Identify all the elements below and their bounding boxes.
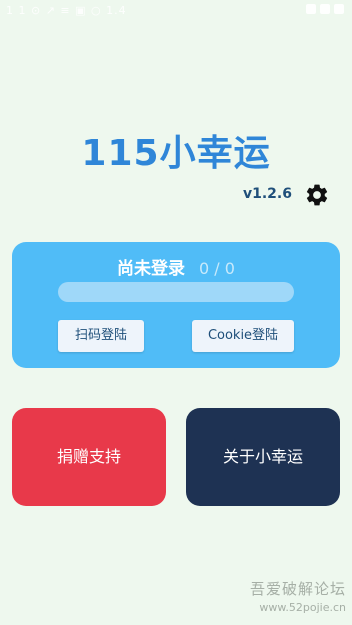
watermark-title: 吾爱破解论坛 bbox=[249, 580, 346, 598]
login-status-text: 尚未登录 bbox=[117, 259, 186, 279]
login-card: 尚未登录 0 / 0 扫码登陆 Cookie登陆 bbox=[12, 242, 340, 368]
version-label: v1.2.6 bbox=[243, 186, 292, 202]
watermark: 吾爱破解论坛 www.52pojie.cn bbox=[250, 578, 346, 614]
signal-icon bbox=[320, 4, 330, 14]
login-status: 尚未登录 0 / 0 bbox=[12, 254, 340, 279]
status-bar: 1 1 ⊙ ↗ ≡ ▣ ○ 1.4 bbox=[0, 0, 352, 24]
donate-button[interactable]: 捐赠支持 bbox=[12, 408, 166, 506]
status-bar-left: 1 1 ⊙ ↗ ≡ ▣ ○ 1.4 bbox=[6, 4, 127, 17]
gear-icon[interactable] bbox=[304, 182, 330, 208]
login-count: 0 / 0 bbox=[199, 259, 235, 278]
cookie-login-button[interactable]: Cookie登陆 bbox=[192, 320, 294, 352]
watermark-url: www.52pojie.cn bbox=[259, 601, 346, 614]
status-bar-right bbox=[306, 4, 344, 14]
wifi-icon bbox=[306, 4, 316, 14]
scan-login-button[interactable]: 扫码登陆 bbox=[58, 320, 144, 352]
about-button[interactable]: 关于小幸运 bbox=[186, 408, 340, 506]
progress-bar bbox=[58, 282, 294, 302]
app-title: 115小幸运 bbox=[81, 133, 271, 174]
battery-icon bbox=[334, 4, 344, 14]
